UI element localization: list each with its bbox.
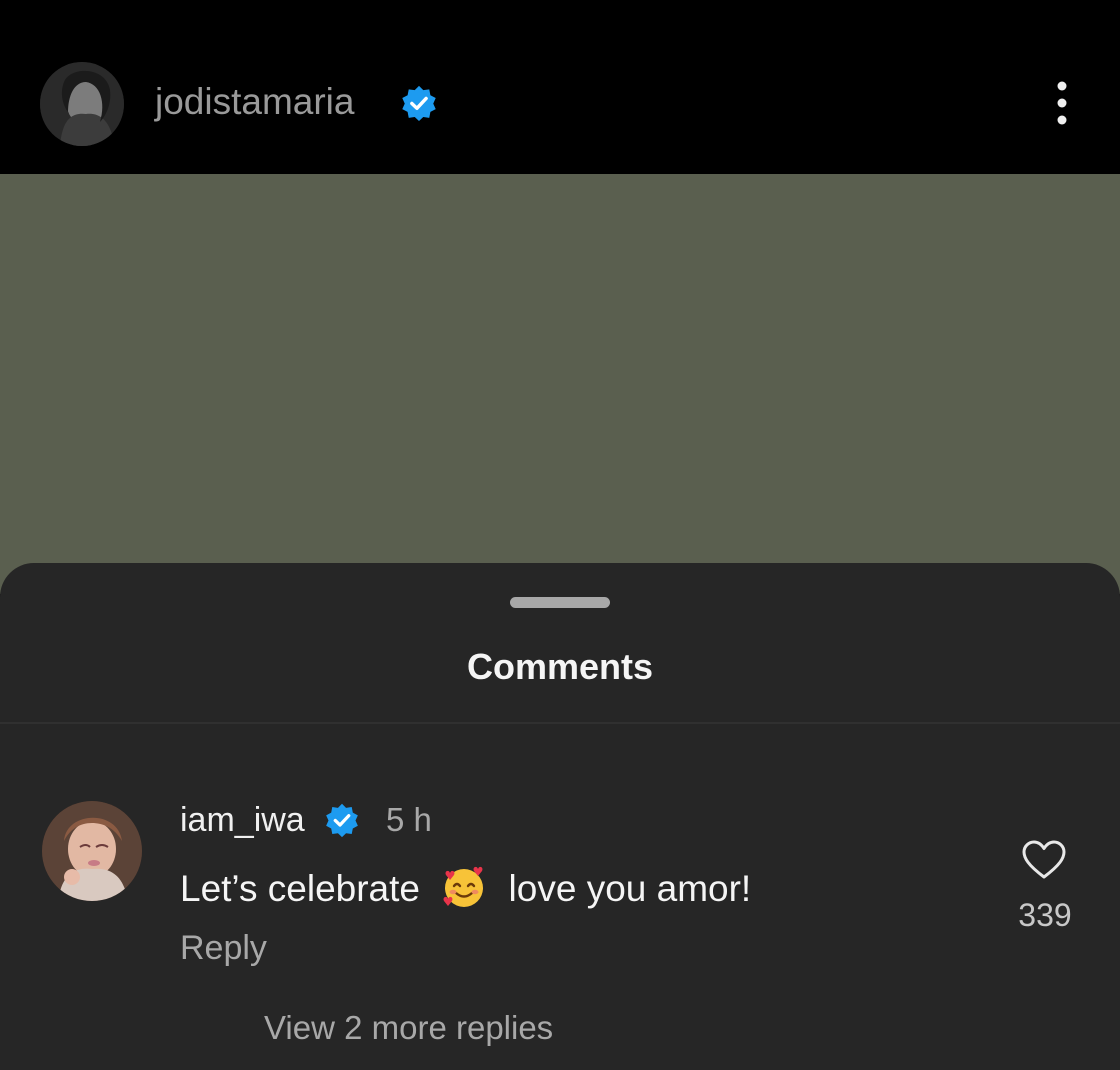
like-count: 339 [1018,897,1072,933]
app-root: jodistamaria Comments iam_iwa 5 h Let’s … [0,0,1120,1070]
comment-username[interactable]: iam_iwa [180,799,305,841]
profile-avatar[interactable] [40,62,124,146]
avatar-image [40,62,124,146]
more-options-icon[interactable] [1044,78,1080,128]
comment-avatar[interactable] [42,801,142,901]
heart-icon[interactable] [1022,840,1066,880]
view-more-replies-button[interactable]: View 2 more replies [264,1007,553,1049]
comments-sheet: Comments iam_iwa 5 h Let’s celebrate lov… [0,563,1120,1070]
comment-item: iam_iwa 5 h Let’s celebrate love you amo… [0,563,1120,1070]
commenter-avatar-image [42,801,142,901]
post-username[interactable]: jodistamaria [155,80,354,124]
verified-badge-icon [326,803,358,838]
reply-button[interactable]: Reply [180,927,267,969]
smiling-face-with-hearts-icon [443,866,484,907]
comment-text-part-2: love you amor! [508,868,752,909]
post-header: jodistamaria [0,0,1120,174]
comment-text-part-1: Let’s celebrate [180,868,420,909]
post-media[interactable] [0,174,1120,594]
comment-timestamp: 5 h [386,801,432,838]
comment-text: Let’s celebrate love you amor! [180,863,751,912]
verified-badge-icon [402,85,436,122]
